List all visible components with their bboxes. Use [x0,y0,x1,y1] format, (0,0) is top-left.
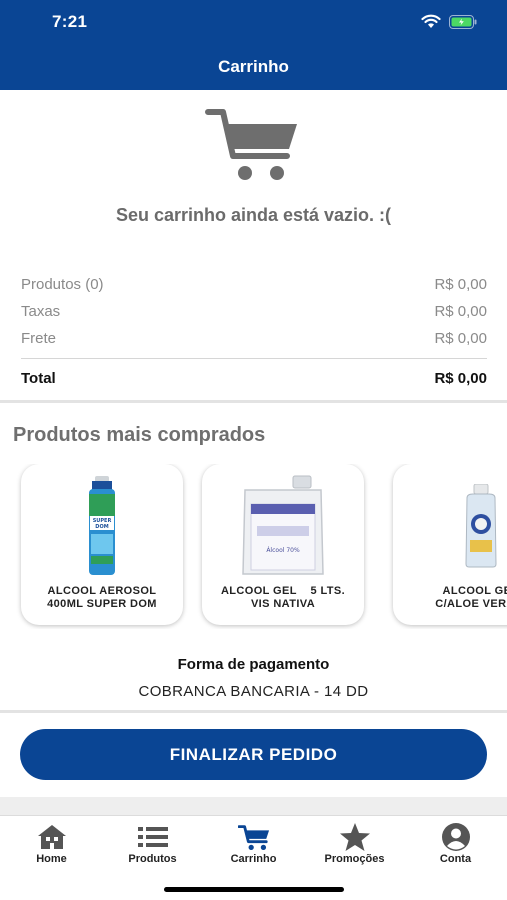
star-icon [339,823,371,851]
bottom-tab-bar: Home Produtos Carrinho Promoções Conta [0,815,507,900]
bottom-spacer [0,797,507,815]
wifi-icon [421,14,441,28]
order-summary: Produtos (0) R$ 0,00 Taxas R$ 0,00 Frete… [21,271,487,397]
summary-label: Frete [21,330,57,347]
products-carousel[interactable]: SUPER DOM ALCOOL AEROSOL 400ML SUPER DOM [0,464,507,629]
home-icon [36,823,68,851]
summary-row-products: Produtos (0) R$ 0,00 [21,271,487,298]
product-card[interactable]: Álcool 70% ALCOOL GEL 5 LTS. VIS NATIVA [202,464,364,625]
finalize-order-button[interactable]: FINALIZAR PEDIDO [20,729,487,780]
page-title: Carrinho [218,57,289,76]
total-value: R$ 0,00 [434,369,487,387]
summary-row-taxes: Taxas R$ 0,00 [21,298,487,325]
cart-icon [237,823,270,851]
aerosol-can-image: SUPER DOM [89,476,115,575]
summary-value: R$ 0,00 [434,330,487,347]
svg-text:Álcool 70%: Álcool 70% [266,547,300,554]
tab-label: Carrinho [230,853,277,865]
payment-method-value[interactable]: COBRANCA BANCARIA - 14 DD [0,683,507,700]
status-time: 7:21 [52,12,88,31]
top-products-title: Produtos mais comprados [13,424,266,446]
payment-method-label: Forma de pagamento [177,656,330,673]
summary-value: R$ 0,00 [434,276,487,293]
section-divider [0,710,507,713]
summary-total-row: Total R$ 0,00 [21,359,487,397]
summary-label: Produtos (0) [21,276,104,293]
section-divider [0,400,507,403]
product-image: Álcool 70% [202,472,364,580]
tab-account[interactable]: Conta [405,816,506,876]
tab-label: Conta [439,853,472,865]
summary-row-shipping: Frete R$ 0,00 [21,325,487,352]
tab-label: Promoções [324,853,385,865]
list-icon [137,823,169,851]
cart-screen: 7:21 Carrinho Seu carrinho ainda está va… [0,0,507,900]
home-indicator[interactable] [164,887,344,892]
product-image: SUPER DOM [21,472,183,580]
empty-cart-message: Seu carrinho ainda está vazio. :( [115,205,392,225]
tab-promotions[interactable]: Promoções [304,816,405,876]
product-name: ALCOOL AEROSOL 400ML SUPER DOM [47,585,157,610]
header-bar: 7:21 Carrinho [0,0,507,90]
battery-icon [449,14,477,29]
product-name: ALCOOL GEL 5 LTS. VIS NATIVA [220,585,346,610]
tab-home[interactable]: Home [1,816,102,876]
tab-label: Produtos [128,853,177,865]
empty-cart-icon [205,109,297,180]
summary-value: R$ 0,00 [434,303,487,320]
summary-label: Taxas [21,303,61,320]
product-card[interactable]: SUPER DOM ALCOOL AEROSOL 400ML SUPER DOM [21,464,183,625]
product-card[interactable]: ALCOOL GEL C/ALOE VERA A [393,464,507,625]
gallon-image: Álcool 70% [242,475,324,575]
gel-bottle-image [464,484,497,568]
status-icons [421,14,477,29]
user-icon [440,823,472,851]
total-label: Total [21,369,56,387]
product-image [393,472,507,580]
tab-cart[interactable]: Carrinho [203,816,304,876]
product-name: ALCOOL GEL C/ALOE VERA A [435,585,507,610]
tab-products[interactable]: Produtos [102,816,203,876]
svg-text:DOM: DOM [95,524,108,530]
tab-label: Home [36,853,67,865]
